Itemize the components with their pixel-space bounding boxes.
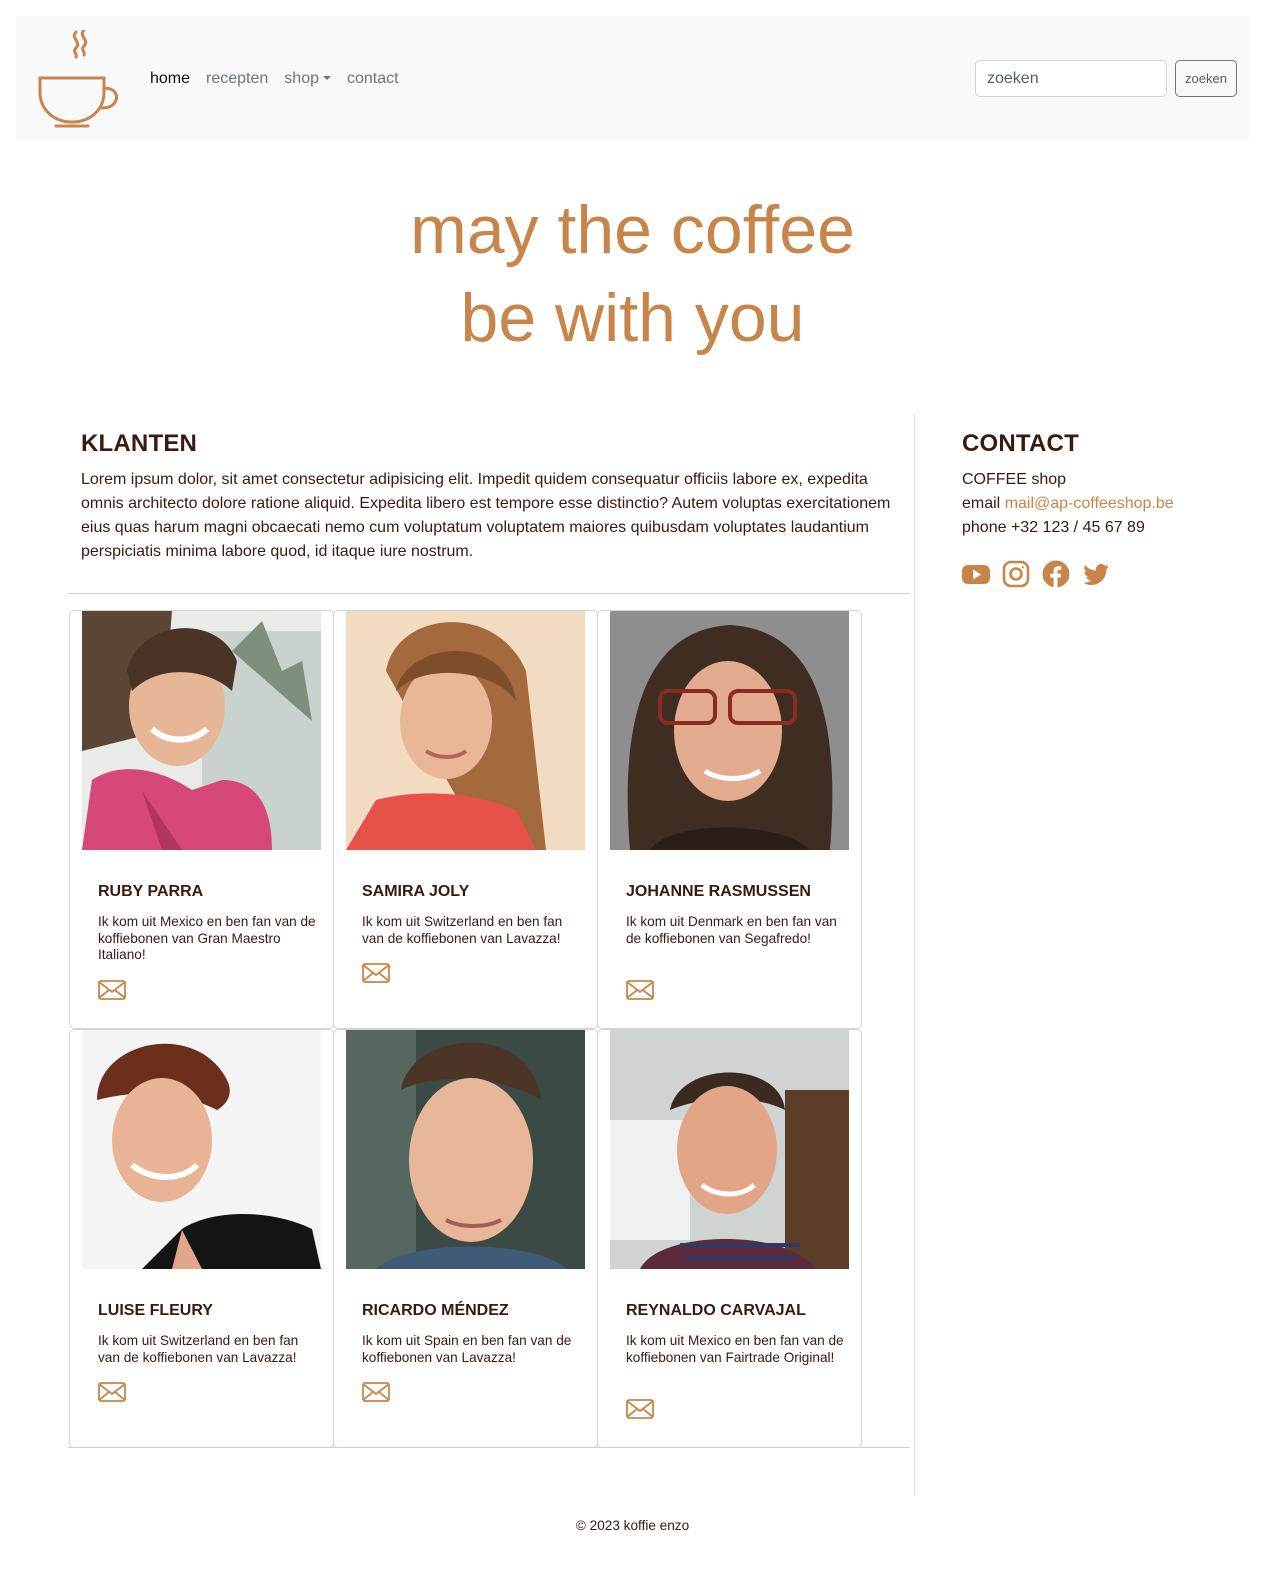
client-name: Samira Joly bbox=[362, 883, 470, 900]
client-text: Ik kom uit Switzerland en ben fan van de… bbox=[362, 914, 563, 946]
client-text: Ik kom uit Mexico en ben fan van de koff… bbox=[626, 1333, 844, 1365]
envelope-icon[interactable] bbox=[626, 1399, 654, 1419]
client-photo bbox=[610, 611, 849, 850]
footer: © 2023 koffie enzo bbox=[0, 1518, 1265, 1533]
client-photo-image bbox=[82, 611, 321, 850]
hero-line-2: be with you bbox=[460, 280, 805, 356]
client-card: Johanne Rasmussen Ik kom uit Denmark en … bbox=[597, 610, 862, 1029]
clients-title: KLANTEN bbox=[81, 430, 198, 457]
divider-top bbox=[68, 593, 910, 594]
divider-bottom bbox=[68, 1447, 910, 1448]
client-card: Luise Fleury Ik kom uit Switzerland en b… bbox=[69, 1029, 334, 1448]
search-input[interactable] bbox=[975, 60, 1167, 97]
contact-email-row: email mail@ap-coffeeshop.be bbox=[962, 492, 1174, 516]
facebook-icon[interactable] bbox=[1042, 560, 1070, 588]
nav-links: home recepten shop contact bbox=[150, 68, 415, 90]
nav-link-recepten[interactable]: recepten bbox=[206, 68, 268, 90]
client-photo-image bbox=[346, 611, 585, 850]
client-name: Johanne Rasmussen bbox=[626, 883, 811, 900]
nav-link-shop-label: shop bbox=[284, 70, 319, 87]
contact-phone-label: phone bbox=[962, 519, 1007, 536]
column-divider bbox=[914, 414, 915, 1496]
envelope-icon[interactable] bbox=[98, 980, 126, 1000]
envelope-icon[interactable] bbox=[362, 963, 390, 983]
client-photo bbox=[346, 1030, 585, 1269]
client-photo bbox=[346, 611, 585, 850]
client-text: Ik kom uit Denmark en ben fan van de kof… bbox=[626, 914, 837, 946]
client-photo-image bbox=[610, 611, 849, 850]
footer-copyright: © 2023 koffie enzo bbox=[575, 1518, 690, 1533]
instagram-icon[interactable] bbox=[1002, 560, 1030, 588]
search-button[interactable]: zoeken bbox=[1175, 60, 1237, 97]
contact-email-link[interactable]: mail@ap-coffeeshop.be bbox=[1005, 495, 1174, 512]
client-card: Ruby Parra Ik kom uit Mexico en ben fan … bbox=[69, 610, 334, 1029]
client-name: Ruby Parra bbox=[98, 883, 204, 900]
client-card: Ricardo Méndez Ik kom uit Spain en ben f… bbox=[333, 1029, 598, 1448]
twitter-icon[interactable] bbox=[1082, 560, 1110, 588]
client-photo-image bbox=[610, 1030, 849, 1269]
nav-dropdown-shop[interactable]: shop bbox=[284, 68, 331, 90]
client-text: Ik kom uit Mexico en ben fan van de koff… bbox=[98, 914, 316, 962]
client-cards: Ruby Parra Ik kom uit Mexico en ben fan … bbox=[69, 610, 863, 1448]
client-card: Samira Joly Ik kom uit Switzerland en be… bbox=[333, 610, 598, 1029]
client-text: Ik kom uit Spain en ben fan van de koffi… bbox=[362, 1333, 572, 1365]
caret-down-icon bbox=[323, 76, 331, 80]
client-text: Ik kom uit Switzerland en ben fan van de… bbox=[98, 1333, 299, 1365]
coffee-cup-logo-icon[interactable] bbox=[38, 30, 122, 128]
contact-email-label: email bbox=[962, 495, 1001, 512]
contact-phone-row: phone +32 123 / 45 67 89 bbox=[962, 516, 1174, 540]
client-name: Ricardo Méndez bbox=[362, 1302, 509, 1319]
client-photo-image bbox=[82, 1030, 321, 1269]
contact-title: CONTACT bbox=[962, 430, 1079, 457]
client-photo bbox=[610, 1030, 849, 1269]
contact-details: COFFEE shop email mail@ap-coffeeshop.be … bbox=[962, 468, 1174, 540]
clients-intro: Lorem ipsum dolor, sit amet consectetur … bbox=[81, 471, 891, 560]
contact-phone: +32 123 / 45 67 89 bbox=[1010, 519, 1145, 536]
social-links bbox=[962, 560, 1110, 588]
envelope-icon[interactable] bbox=[362, 1382, 390, 1402]
navbar: home recepten shop contact zoeken bbox=[16, 16, 1249, 140]
nav-link-contact[interactable]: contact bbox=[347, 68, 399, 90]
client-card: Reynaldo Carvajal Ik kom uit Mexico en b… bbox=[597, 1029, 862, 1448]
envelope-icon[interactable] bbox=[626, 980, 654, 1000]
contact-shop: COFFEE shop bbox=[962, 471, 1067, 488]
envelope-icon[interactable] bbox=[98, 1382, 126, 1402]
client-name: Luise Fleury bbox=[98, 1302, 213, 1319]
client-photo bbox=[82, 1030, 321, 1269]
client-name: Reynaldo Carvajal bbox=[626, 1302, 806, 1319]
nav-link-home[interactable]: home bbox=[150, 68, 190, 90]
hero-heading: may the coffee be with you bbox=[0, 186, 1265, 362]
hero-line-1: may the coffee bbox=[410, 192, 855, 268]
youtube-icon[interactable] bbox=[962, 560, 990, 588]
client-photo bbox=[82, 611, 321, 850]
client-photo-image bbox=[346, 1030, 585, 1269]
